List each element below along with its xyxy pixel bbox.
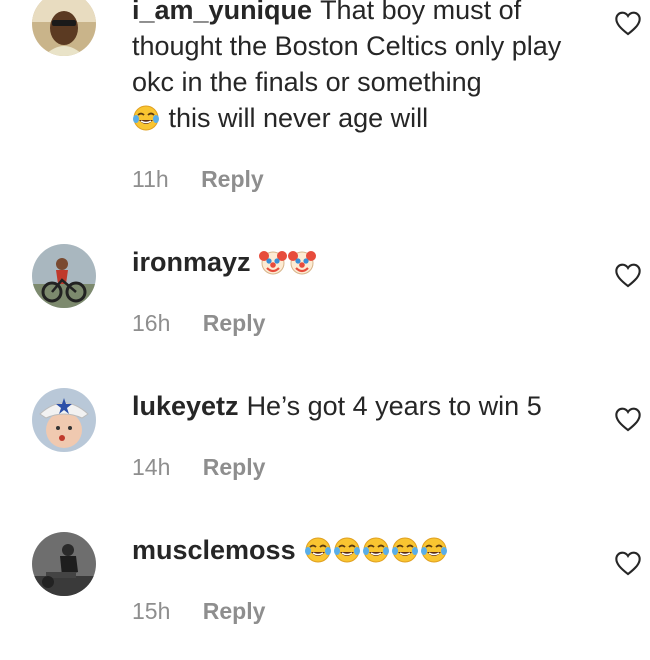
comment-meta: 15h Reply (132, 598, 265, 625)
clown-face-icon (258, 249, 287, 275)
comment-body: He’s got 4 years to win 5 (246, 391, 542, 421)
avatar[interactable] (32, 244, 96, 308)
comment-timestamp: 15h (132, 598, 171, 624)
avatar[interactable] (32, 0, 96, 56)
comment-timestamp: 11h (132, 166, 169, 192)
comment-username[interactable]: lukeyetz (132, 391, 239, 421)
comment-meta: 11h Reply (132, 166, 264, 193)
face-with-tears-of-joy-icon (391, 537, 419, 563)
heart-icon[interactable] (614, 550, 642, 576)
avatar[interactable] (32, 388, 96, 452)
face-with-tears-of-joy-icon (132, 105, 160, 131)
comment-username[interactable]: musclemoss (132, 535, 296, 565)
comment-text: lukeyetz He’s got 4 years to win 5 (132, 388, 592, 424)
reply-button[interactable]: Reply (203, 310, 266, 336)
comment-meta: 16h Reply (132, 310, 265, 337)
heart-icon[interactable] (614, 262, 642, 288)
reply-button[interactable]: Reply (203, 454, 266, 480)
comment-timestamp: 14h (132, 454, 171, 480)
comment-timestamp: 16h (132, 310, 171, 336)
heart-icon[interactable] (614, 10, 642, 36)
reply-button[interactable]: Reply (201, 166, 264, 192)
face-with-tears-of-joy-icon (304, 537, 332, 563)
comment-username[interactable]: i_am_yunique (132, 0, 312, 25)
face-with-tears-of-joy-icon (362, 537, 390, 563)
clown-face-icon (287, 249, 316, 275)
face-with-tears-of-joy-icon (333, 537, 361, 563)
face-with-tears-of-joy-icon (420, 537, 448, 563)
heart-icon[interactable] (614, 406, 642, 432)
comment-text: musclemoss (132, 532, 592, 568)
comment-username[interactable]: ironmayz (132, 247, 251, 277)
avatar[interactable] (32, 532, 96, 596)
comment-text: i_am_yunique That boy must of thought the… (132, 0, 592, 136)
comment-body-end: this will never age will (168, 103, 429, 133)
reply-button[interactable]: Reply (203, 598, 266, 624)
comment-meta: 14h Reply (132, 454, 265, 481)
comment-text: ironmayz (132, 244, 592, 280)
